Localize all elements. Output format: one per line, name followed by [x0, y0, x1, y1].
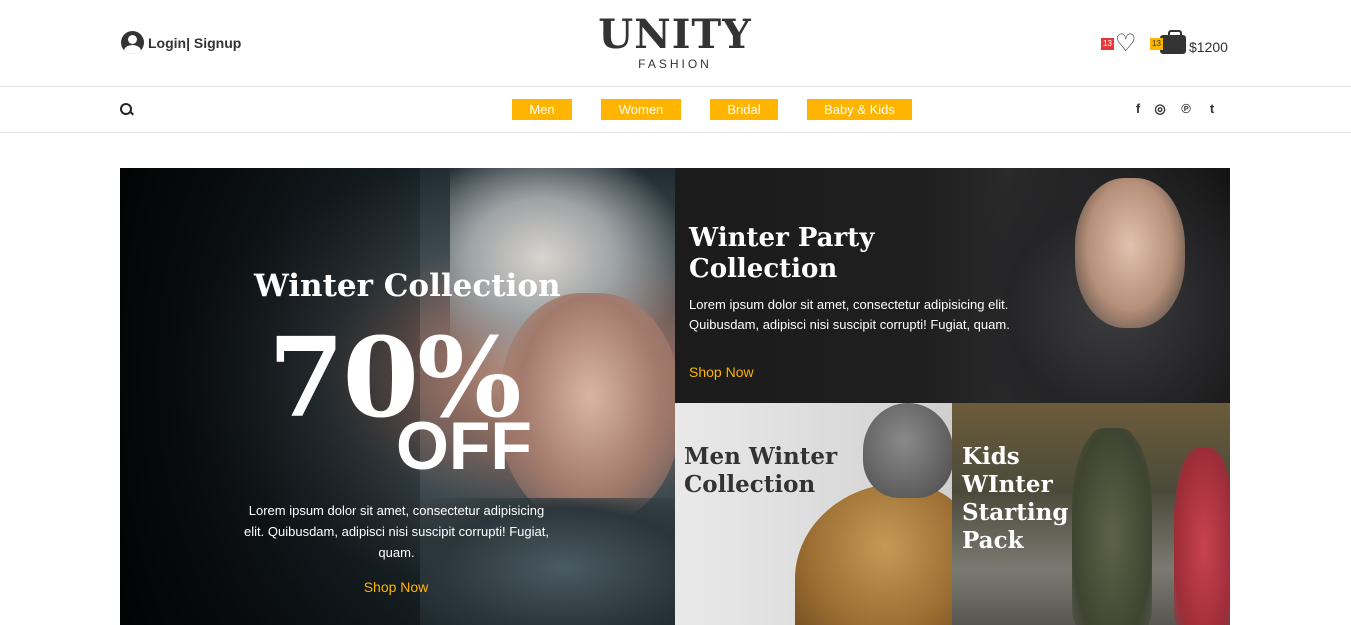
cart-total: $1200 [1189, 39, 1228, 55]
kids-title: Kids WInter Starting Pack [962, 443, 1069, 554]
kids-image-boy [1072, 428, 1152, 625]
shopping-bag-icon [1160, 30, 1186, 54]
party-shop-now-link[interactable]: Shop Now [689, 364, 754, 380]
banner-kids-winter-pack[interactable]: Kids WInter Starting Pack [952, 403, 1230, 625]
wishlist-button[interactable]: ♡ 13 [1101, 32, 1139, 56]
party-title: Winter Party Collection [689, 223, 875, 284]
login-label: Login| Signup [148, 34, 242, 51]
hero-shop-now-link[interactable]: Shop Now [296, 579, 496, 595]
hero-title: Winter Collection [254, 268, 561, 304]
nav-item-baby-kids[interactable]: Baby & Kids [807, 99, 912, 120]
men-title: Men Winter Collection [684, 443, 838, 498]
hero-off-label: OFF [396, 408, 532, 484]
user-icon [121, 31, 144, 54]
cart-button[interactable]: 13 $1200 [1150, 30, 1240, 58]
banner-winter-party-collection[interactable]: Winter Party Collection Lorem ipsum dolo… [675, 168, 1230, 403]
kids-image-girl [1174, 448, 1230, 625]
top-header: Login| Signup UNITY FASHION ♡ 13 13 $120… [0, 0, 1351, 87]
search-icon[interactable] [120, 103, 133, 116]
nav-item-men[interactable]: Men [512, 99, 572, 120]
cart-count-badge: 13 [1150, 38, 1163, 50]
login-signup-link[interactable]: Login| Signup [121, 31, 241, 54]
nav-item-bridal[interactable]: Bridal [710, 99, 778, 120]
heart-icon: ♡ [1115, 30, 1137, 57]
wishlist-count-badge: 13 [1101, 38, 1114, 50]
hero-description: Lorem ipsum dolor sit amet, consectetur … [244, 503, 549, 560]
party-description: Lorem ipsum dolor sit amet, consectetur … [689, 297, 1010, 332]
men-image-coat [795, 483, 952, 625]
twitter-icon[interactable]: t [1204, 100, 1220, 118]
hero-banner-winter-collection[interactable]: Winter Collection 70% OFF Lorem ipsum do… [120, 168, 675, 625]
party-image-model [1075, 178, 1185, 328]
men-image-hat [863, 403, 952, 498]
nav-item-women[interactable]: Women [601, 99, 681, 120]
facebook-icon[interactable]: f [1130, 100, 1146, 118]
banner-men-winter-collection[interactable]: Men Winter Collection [675, 403, 952, 625]
main-navigation: Men Women Bridal Baby & Kids f ◎ ℗ t [0, 87, 1351, 133]
logo-sub-text: FASHION [638, 57, 712, 71]
site-logo[interactable]: UNITY FASHION [575, 11, 775, 71]
instagram-icon[interactable]: ◎ [1152, 100, 1168, 118]
pinterest-icon[interactable]: ℗ [1178, 100, 1194, 118]
logo-main-text: UNITY [598, 11, 752, 58]
